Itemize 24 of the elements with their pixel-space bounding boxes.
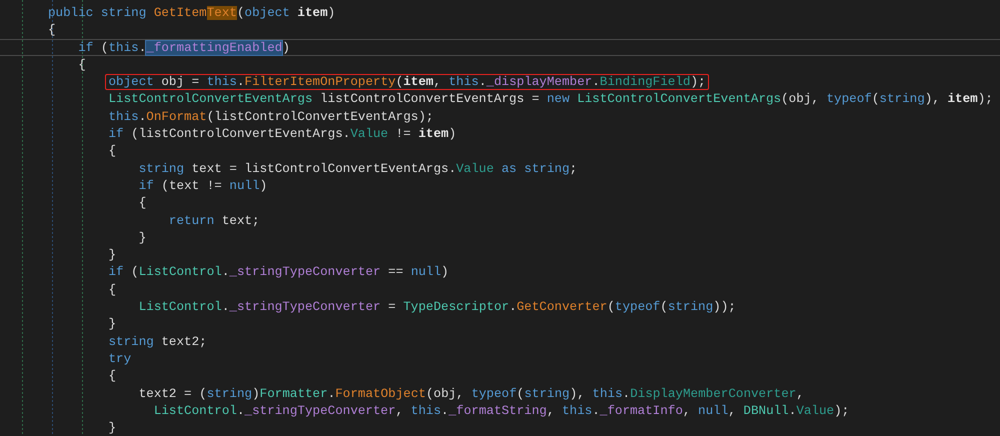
- code-line: {: [138, 195, 148, 212]
- code-line: {: [47, 22, 57, 38]
- code-line: }: [107, 420, 118, 436]
- code-line: ListControlConvertEventArgs listControlConvertEventArgs = new ListControlConvertEventArgs(obj, typeof(string), item);: [107, 91, 994, 108]
- code-line: {: [107, 368, 118, 384]
- code-line: }: [107, 247, 118, 264]
- code-line: ListControl._stringTypeConverter = TypeDescriptor.GetConverter(typeof(string));: [138, 299, 737, 316]
- code-line: if (text != null): [138, 178, 268, 194]
- code-line: {: [107, 143, 118, 160]
- code-line: }: [107, 316, 118, 332]
- code-line: if (this._formattingEnabled): [77, 40, 291, 56]
- code-line: this.OnFormat(listControlConvertEventArgs);: [107, 108, 434, 125]
- code-line: if (ListControl._stringTypeConverter == null): [107, 264, 450, 280]
- code-line: if (listControlConvertEventArgs.Value != item): [107, 126, 458, 142]
- code-line: string text2;: [107, 334, 208, 350]
- code-line: {: [77, 56, 87, 73]
- code-line: text2 = (string)Formatter.FormatObject(obj, typeof(string), this.DisplayMemberConverter,: [138, 386, 805, 402]
- code-line: }: [138, 230, 148, 246]
- code-line: return text;: [168, 212, 261, 229]
- code-line: {: [107, 282, 118, 298]
- code-line: ListControl._stringTypeConverter, this._formatString, this._formatInfo, null, DBNull.Value);: [152, 402, 850, 419]
- code-line: string text = listControlConvertEventArgs.Value as string;: [138, 160, 578, 177]
- code-line: public string GetItemText(object item): [47, 5, 336, 21]
- code-line: try: [107, 350, 132, 367]
